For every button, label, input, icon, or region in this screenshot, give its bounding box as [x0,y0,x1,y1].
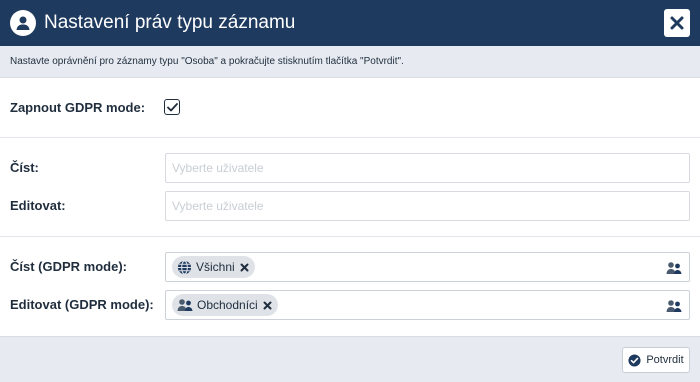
remove-tag-icon[interactable] [240,263,249,272]
info-message: Nastavte oprávnění pro záznamy typu "Oso… [0,46,700,78]
confirm-label: Potvrdit [646,354,684,366]
gdpr-mode-checkbox[interactable] [164,99,180,115]
users-icon[interactable] [665,260,683,276]
users-icon[interactable] [665,298,683,314]
read-label: Číst: [10,160,39,175]
edit-users-input[interactable]: Vyberte uživatele [165,191,690,221]
divider [0,137,700,138]
checkmark-icon [166,102,178,111]
tag-label: Všichni [196,260,235,274]
read-gdpr-select[interactable]: Všichni [165,252,690,282]
check-circle-icon [628,353,641,367]
user-circle-icon [10,10,36,36]
users-icon [177,298,193,312]
edit-label: Editovat: [10,198,66,213]
remove-tag-icon[interactable] [263,301,272,310]
close-button[interactable] [664,9,690,37]
edit-gdpr-select[interactable]: Obchodníci [165,290,690,320]
read-users-input[interactable]: Vyberte uživatele [165,153,690,183]
tag-vsichni: Všichni [172,256,255,278]
dialog-header: Nastavení práv typu záznamu [0,0,700,46]
gdpr-mode-label: Zapnout GDPR mode: [10,100,146,115]
read-gdpr-label: Číst (GDPR mode): [10,259,127,274]
edit-gdpr-label: Editovat (GDPR mode): [10,297,154,312]
tag-obchodnici: Obchodníci [172,294,278,316]
confirm-button[interactable]: Potvrdit [622,347,690,373]
divider [0,236,700,237]
tag-label: Obchodníci [197,298,258,312]
dialog-title: Nastavení práv typu záznamu [44,12,296,33]
close-icon [670,16,684,30]
dialog-footer: Potvrdit [0,336,700,382]
globe-icon [177,259,192,275]
